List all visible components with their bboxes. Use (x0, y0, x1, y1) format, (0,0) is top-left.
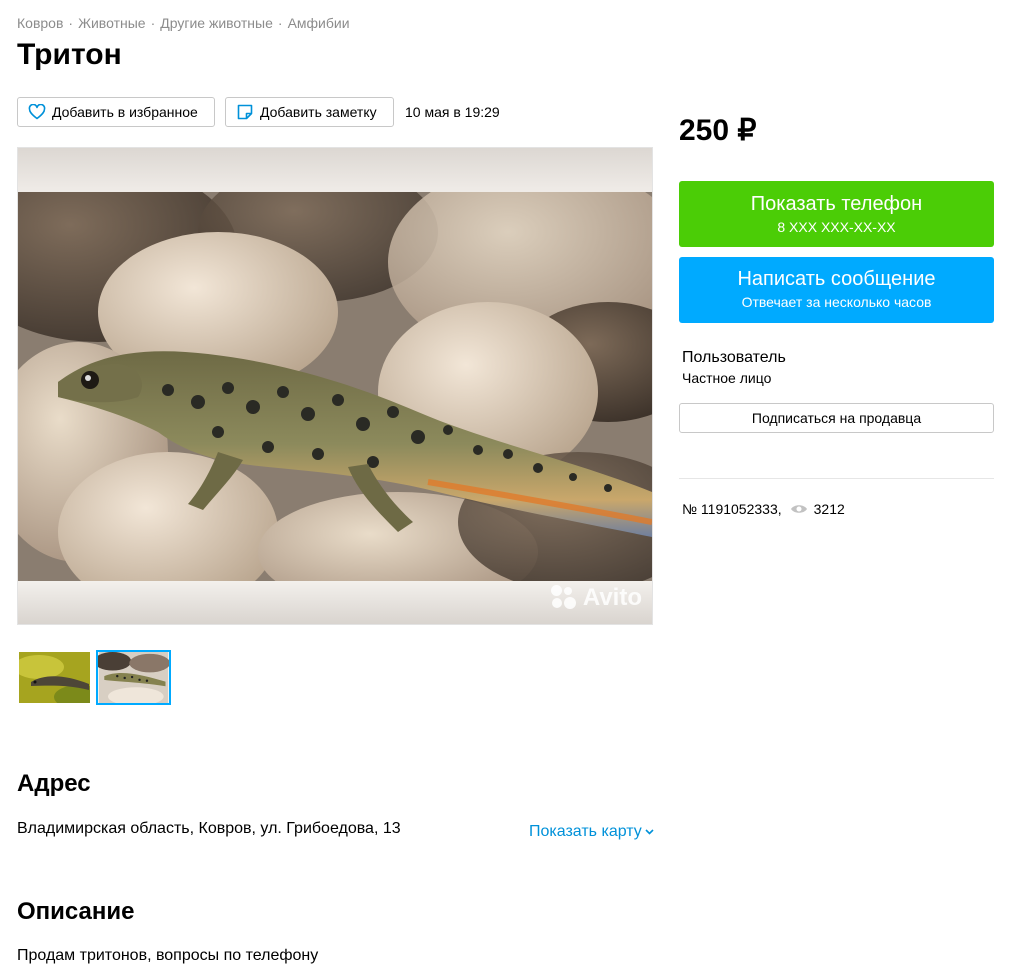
thumbnail-1[interactable] (17, 650, 92, 705)
listing-meta: № 1191052333, 3212 (682, 501, 845, 517)
add-note-label: Добавить заметку (260, 104, 377, 120)
photo-gallery[interactable]: Avito (17, 147, 653, 625)
add-note-button[interactable]: Добавить заметку (225, 97, 394, 127)
avito-logo-icon (550, 585, 577, 611)
page-title: Тритон (17, 38, 122, 71)
breadcrumb-separator: · (68, 15, 74, 31)
show-phone-button[interactable]: Показать телефон 8 XXX XXX-XX-XX (679, 181, 994, 247)
heart-icon (28, 104, 46, 120)
thumbnail-2[interactable] (96, 650, 171, 705)
description-heading: Описание (17, 898, 135, 925)
avito-watermark-text: Avito (582, 584, 642, 611)
address-heading: Адрес (17, 770, 91, 797)
breadcrumb-item-other-animals[interactable]: Другие животные (160, 15, 273, 31)
note-icon (237, 104, 253, 120)
breadcrumb-separator: · (277, 15, 283, 31)
write-message-label: Написать сообщение (737, 268, 936, 290)
show-map-label: Показать карту (529, 823, 642, 840)
description-text: Продам тритонов, вопросы по телефону (17, 947, 319, 964)
price: 250 ₽ (679, 114, 757, 147)
address-text: Владимирская область, Ковров, ул. Грибое… (17, 820, 401, 837)
divider (679, 478, 994, 479)
publish-date: 10 мая в 19:29 (405, 104, 500, 120)
listing-toolbar: Добавить в избранное Добавить заметку 10… (17, 97, 500, 127)
avito-watermark: Avito (550, 584, 642, 612)
breadcrumb-separator: · (150, 15, 156, 31)
subscribe-seller-button[interactable]: Подписаться на продавца (679, 403, 994, 433)
show-phone-label: Показать телефон (750, 193, 923, 215)
write-message-button[interactable]: Написать сообщение Отвечает за несколько… (679, 257, 994, 323)
seller-name[interactable]: Пользователь (682, 349, 786, 367)
add-to-favorites-button[interactable]: Добавить в избранное (17, 97, 215, 127)
add-to-favorites-label: Добавить в избранное (52, 104, 198, 120)
show-map-link[interactable]: Показать карту (529, 823, 654, 841)
breadcrumb-item-amphibians[interactable]: Амфибии (288, 15, 350, 31)
view-count: 3212 (813, 501, 845, 517)
seller-type: Частное лицо (682, 370, 772, 386)
thumbnail-strip (17, 650, 175, 705)
listing-number: № 1191052333, (682, 501, 782, 517)
newt-photo[interactable] (18, 192, 652, 581)
phone-mask: 8 XXX XXX-XX-XX (777, 219, 896, 235)
breadcrumb: Ковров · Животные · Другие животные · Амфибии (17, 15, 350, 31)
eye-icon (790, 505, 807, 513)
breadcrumb-item-animals[interactable]: Животные (78, 15, 146, 31)
breadcrumb-item-city[interactable]: Ковров (17, 15, 63, 31)
chevron-down-icon (645, 829, 654, 835)
response-time: Отвечает за несколько часов (741, 294, 932, 310)
